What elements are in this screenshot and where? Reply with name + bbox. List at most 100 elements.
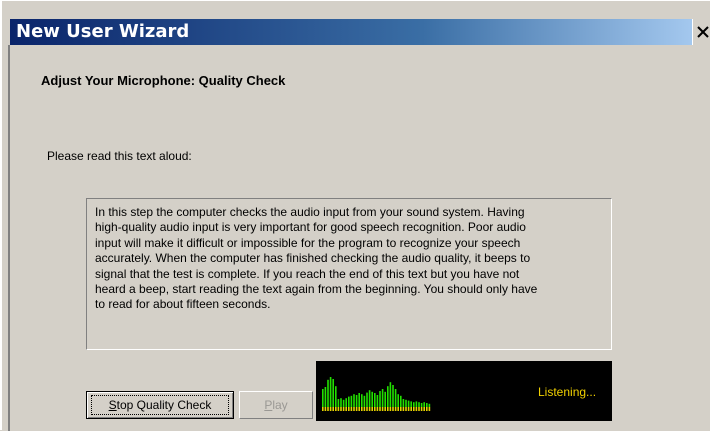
listening-status: Listening... xyxy=(538,385,597,399)
level-bar xyxy=(366,392,368,407)
level-bar-base xyxy=(381,407,384,411)
level-bar-base xyxy=(420,407,423,411)
level-bar xyxy=(353,394,355,407)
level-bar-base xyxy=(340,407,342,411)
level-bar xyxy=(358,393,360,407)
level-bar-base xyxy=(337,407,340,411)
level-bar xyxy=(355,395,358,407)
level-bar xyxy=(384,391,386,407)
page-heading: Adjust Your Microphone: Quality Check xyxy=(41,73,286,88)
wizard-window: New User Wizard Adjust Your Microphone: … xyxy=(0,0,710,431)
level-bar xyxy=(418,402,420,407)
level-bar xyxy=(337,399,340,407)
level-bar-base xyxy=(358,407,360,411)
level-bar xyxy=(387,386,389,407)
level-bar xyxy=(410,401,412,407)
level-bar-base xyxy=(410,407,412,411)
level-bar xyxy=(350,395,353,407)
level-bar xyxy=(329,377,332,407)
level-bar xyxy=(428,403,431,407)
level-bar-base xyxy=(418,407,420,411)
level-bar xyxy=(397,394,399,407)
level-bar xyxy=(374,393,376,407)
level-bar-base xyxy=(324,407,327,411)
level-bar-base xyxy=(332,407,334,411)
level-bar-base xyxy=(405,407,407,411)
level-bar-base xyxy=(355,407,358,411)
level-bar-base xyxy=(361,407,363,411)
level-bar-base xyxy=(368,407,371,411)
level-bar-base xyxy=(345,407,347,411)
level-bar xyxy=(368,390,371,407)
level-bar xyxy=(407,400,410,407)
level-bar xyxy=(392,385,394,407)
level-bar xyxy=(345,398,347,407)
level-bar xyxy=(335,386,337,407)
level-bar-base xyxy=(376,407,379,411)
level-bar-base xyxy=(348,407,350,411)
level-bar-base xyxy=(353,407,355,411)
level-bar-base xyxy=(387,407,389,411)
level-bar-base xyxy=(366,407,368,411)
level-bar xyxy=(327,379,329,407)
level-bar-base xyxy=(335,407,337,411)
level-bar-base xyxy=(371,407,373,411)
level-bar-base xyxy=(413,407,415,411)
window-edge xyxy=(8,45,10,431)
stop-button-label: Stop Quality Check xyxy=(108,398,212,412)
window-title: New User Wizard xyxy=(16,21,190,42)
level-bar xyxy=(342,399,345,407)
level-bar-base xyxy=(400,407,402,411)
read-text: In this step the computer checks the aud… xyxy=(95,205,538,312)
level-bar xyxy=(376,395,379,407)
level-bar xyxy=(379,391,381,407)
level-bar xyxy=(415,401,418,407)
level-bar-base xyxy=(415,407,418,411)
level-bar-base xyxy=(374,407,376,411)
stop-quality-check-button[interactable]: Stop Quality Check xyxy=(86,391,234,419)
level-bar xyxy=(423,402,425,407)
level-bar xyxy=(413,402,415,407)
level-bar-base xyxy=(426,407,428,411)
level-bar xyxy=(420,403,423,407)
level-bar-base xyxy=(394,407,397,411)
level-bar-base xyxy=(402,407,405,411)
level-bar xyxy=(361,394,363,407)
audio-level-meter: Listening... xyxy=(316,361,612,421)
level-bar-base xyxy=(342,407,345,411)
read-prompt: Please read this text aloud: xyxy=(47,149,192,163)
level-bar-base xyxy=(327,407,329,411)
level-bar-base xyxy=(384,407,386,411)
close-icon xyxy=(696,26,709,38)
level-bar xyxy=(348,396,350,407)
level-bar-base xyxy=(428,407,431,411)
level-bar xyxy=(405,399,407,407)
level-bar-base xyxy=(379,407,381,411)
level-bar xyxy=(426,403,428,407)
level-bar-base xyxy=(407,407,410,411)
level-bar-base xyxy=(322,407,324,411)
level-bar-base xyxy=(363,407,366,411)
close-button[interactable] xyxy=(692,19,710,45)
level-bar-base xyxy=(392,407,394,411)
level-bar xyxy=(322,389,324,407)
level-bar xyxy=(340,398,342,407)
level-bar xyxy=(389,382,392,407)
level-bar xyxy=(363,395,366,407)
level-bar xyxy=(402,399,405,407)
level-bar-base xyxy=(389,407,392,411)
level-bar xyxy=(371,391,373,407)
level-bar-base xyxy=(350,407,353,411)
level-bar xyxy=(324,387,327,407)
level-bar-base xyxy=(397,407,399,411)
level-bar xyxy=(394,389,397,407)
level-bar-base xyxy=(329,407,332,411)
title-bar[interactable]: New User Wizard xyxy=(10,19,698,45)
play-button-label: Play xyxy=(264,398,288,412)
level-bar xyxy=(400,395,402,407)
level-bar xyxy=(381,389,384,407)
read-text-box: In this step the computer checks the aud… xyxy=(86,198,612,350)
level-bar-base xyxy=(423,407,425,411)
level-bar xyxy=(332,379,334,407)
play-button[interactable]: Play xyxy=(239,391,313,419)
